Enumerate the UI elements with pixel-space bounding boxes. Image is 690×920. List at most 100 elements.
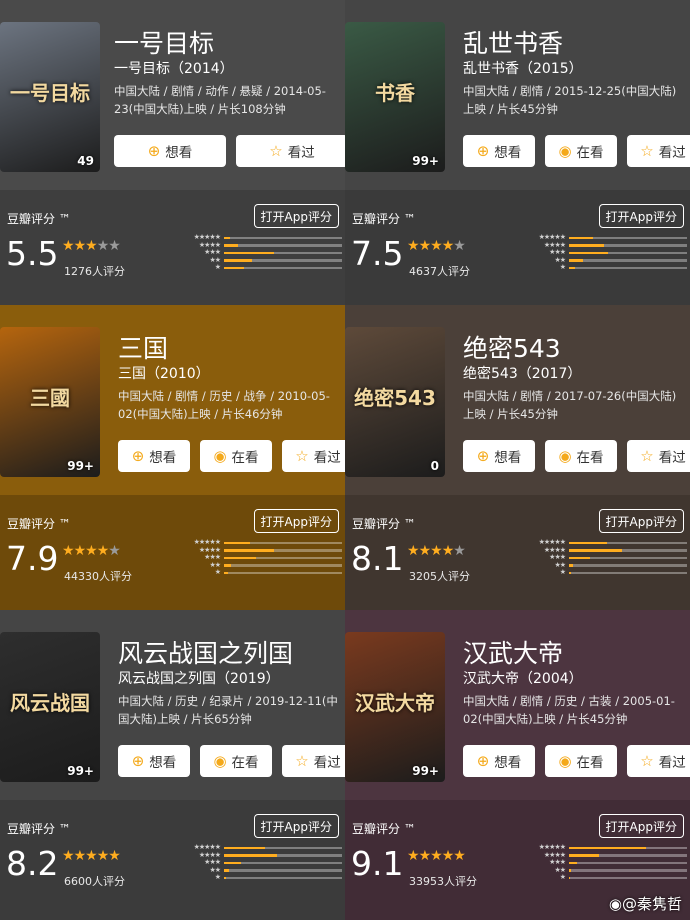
rating-section: 豆瓣评分 ™ 打开App评分 5.5 ★★★★★ 1276人评分 ★★★★★ ★★★★ ★★★… xyxy=(0,190,345,305)
star-filled-icon: ★ xyxy=(73,238,87,254)
seen-label: 看过 xyxy=(313,450,341,466)
distribution-row: ★ xyxy=(182,873,342,882)
seen-label: 看过 xyxy=(658,450,686,466)
star-empty-icon: ★ xyxy=(108,238,121,254)
rating-count: 4637人评分 xyxy=(409,265,470,278)
distribution-row: ★★ xyxy=(182,256,342,265)
distribution-stars-label: ★ xyxy=(214,568,221,576)
distribution-row: ★ xyxy=(527,263,687,272)
distribution-row: ★★ xyxy=(527,256,687,265)
open-app-rating-button[interactable]: 打开App评分 xyxy=(598,204,684,228)
seen-button[interactable]: ☆ 看过 xyxy=(627,135,690,167)
seen-label: 看过 xyxy=(313,755,341,771)
movie-original-title: 乱世书香（2015） xyxy=(463,61,583,77)
doing-button[interactable]: ◉ 在看 xyxy=(200,745,272,777)
heart-plus-icon: ⊕ xyxy=(131,446,145,465)
movie-poster[interactable]: 书香 99+ xyxy=(345,22,445,172)
distribution-track xyxy=(569,541,687,544)
star-filled-icon: ★ xyxy=(62,543,75,559)
movie-title: 一号目标 xyxy=(114,29,215,58)
open-app-rating-button[interactable]: 打开App评分 xyxy=(598,814,684,838)
star-outline-icon: ☆ xyxy=(640,751,654,770)
movie-poster[interactable]: 风云战国 99+ xyxy=(0,632,100,782)
star-filled-icon: ★ xyxy=(85,848,98,864)
movie-original-title: 绝密543（2017） xyxy=(463,366,582,382)
movie-poster[interactable]: 三國 99+ xyxy=(0,327,100,477)
watermark: ◉@秦隽哲 xyxy=(609,893,682,914)
movie-header: 三國 99+ 三国 三国（2010） 中国大陆 / 剧情 / 历史 / 战争 / 201… xyxy=(0,305,345,495)
distribution-bar xyxy=(569,846,646,849)
douban-rating-label: 豆瓣评分 ™ xyxy=(352,517,416,531)
seen-button[interactable]: ☆ 看过 xyxy=(236,135,345,167)
distribution-bar xyxy=(569,541,607,544)
seen-button[interactable]: ☆ 看过 xyxy=(627,745,690,777)
distribution-bar xyxy=(569,549,623,552)
open-app-rating-button[interactable]: 打开App评分 xyxy=(253,204,339,228)
rating-section: 豆瓣评分 ™ 打开App评分 7.5 ★★★★★ 4637人评分 ★★★★★ ★★★★ ★★★… xyxy=(345,190,690,305)
star-filled-icon: ★ xyxy=(96,543,110,559)
distribution-bar xyxy=(569,861,578,864)
distribution-track xyxy=(569,861,687,864)
rating-score: 8.2 xyxy=(6,844,59,883)
star-filled-icon: ★ xyxy=(441,543,455,559)
rating-count: 44330人评分 xyxy=(64,570,132,583)
movie-poster[interactable]: 绝密543 0 xyxy=(345,327,445,477)
want-button[interactable]: ⊕ 想看 xyxy=(463,440,535,472)
distribution-bar xyxy=(224,266,245,269)
want-button[interactable]: ⊕ 想看 xyxy=(118,440,190,472)
movie-poster[interactable]: 汉武大帝 99+ xyxy=(345,632,445,782)
poster-art-text: 汉武大帝 xyxy=(355,691,435,715)
rating-count: 6600人评分 xyxy=(64,875,125,888)
distribution-bar xyxy=(224,571,228,574)
want-button[interactable]: ⊕ 想看 xyxy=(463,745,535,777)
doing-button[interactable]: ◉ 在看 xyxy=(200,440,272,472)
distribution-track xyxy=(224,549,342,552)
rating-distribution: ★★★★★ ★★★★ ★★★ ★★ ★ xyxy=(527,233,687,272)
movie-card: 绝密543 0 绝密543 绝密543（2017） 中国大陆 / 剧情 / 2017-0… xyxy=(345,305,690,610)
doing-button[interactable]: ◉ 在看 xyxy=(545,135,617,167)
distribution-stars-label: ★ xyxy=(559,263,566,271)
doing-button[interactable]: ◉ 在看 xyxy=(545,745,617,777)
want-button[interactable]: ⊕ 想看 xyxy=(114,135,226,167)
open-app-rating-button[interactable]: 打开App评分 xyxy=(253,814,339,838)
movie-header: 绝密543 0 绝密543 绝密543（2017） 中国大陆 / 剧情 / 2017-0… xyxy=(345,305,690,495)
movie-original-title: 汉武大帝（2004） xyxy=(463,671,583,687)
distribution-track xyxy=(224,564,342,567)
seen-button[interactable]: ☆ 看过 xyxy=(627,440,690,472)
open-app-rating-button[interactable]: 打开App评分 xyxy=(598,509,684,533)
distribution-bar xyxy=(569,251,608,254)
distribution-track xyxy=(224,876,342,879)
seen-button[interactable]: ☆ 看过 xyxy=(282,440,345,472)
movie-poster[interactable]: 一号目标 49 xyxy=(0,22,100,172)
distribution-track xyxy=(224,236,342,239)
distribution-bar xyxy=(569,564,573,567)
distribution-bar xyxy=(224,854,278,857)
rating-score: 8.1 xyxy=(351,539,404,578)
distribution-track xyxy=(569,556,687,559)
poster-art-text: 三國 xyxy=(30,386,70,410)
doing-label: 在看 xyxy=(576,145,604,161)
star-outline-icon: ☆ xyxy=(640,446,654,465)
star-half-icon: ★ xyxy=(108,848,121,864)
heart-plus-icon: ⊕ xyxy=(476,751,490,770)
star-filled-icon: ★ xyxy=(441,848,455,864)
movie-title: 汉武大帝 xyxy=(463,639,564,668)
distribution-row: ★★ xyxy=(527,866,687,875)
open-app-rating-button[interactable]: 打开App评分 xyxy=(253,509,339,533)
douban-rating-label: 豆瓣评分 ™ xyxy=(7,517,71,531)
star-filled-icon: ★ xyxy=(96,848,110,864)
rating-score: 7.5 xyxy=(351,234,404,273)
want-button[interactable]: ⊕ 想看 xyxy=(463,135,535,167)
distribution-bar xyxy=(224,541,250,544)
want-label: 想看 xyxy=(149,450,177,466)
seen-button[interactable]: ☆ 看过 xyxy=(282,745,345,777)
doing-button[interactable]: ◉ 在看 xyxy=(545,440,617,472)
rating-stars: ★★★★★ xyxy=(62,848,121,864)
distribution-row: ★★★ xyxy=(527,248,687,257)
want-button[interactable]: ⊕ 想看 xyxy=(118,745,190,777)
movie-card: 风云战国 99+ 风云战国之列国 风云战国之列国（2019） 中国大陆 / 历史 / 纪… xyxy=(0,610,345,920)
distribution-bar xyxy=(224,876,227,879)
star-filled-icon: ★ xyxy=(418,543,432,559)
movie-meta-info: 中国大陆 / 剧情 / 动作 / 悬疑 / 2014-05-23(中国大陆)上映… xyxy=(114,84,326,116)
distribution-bar xyxy=(569,266,575,269)
